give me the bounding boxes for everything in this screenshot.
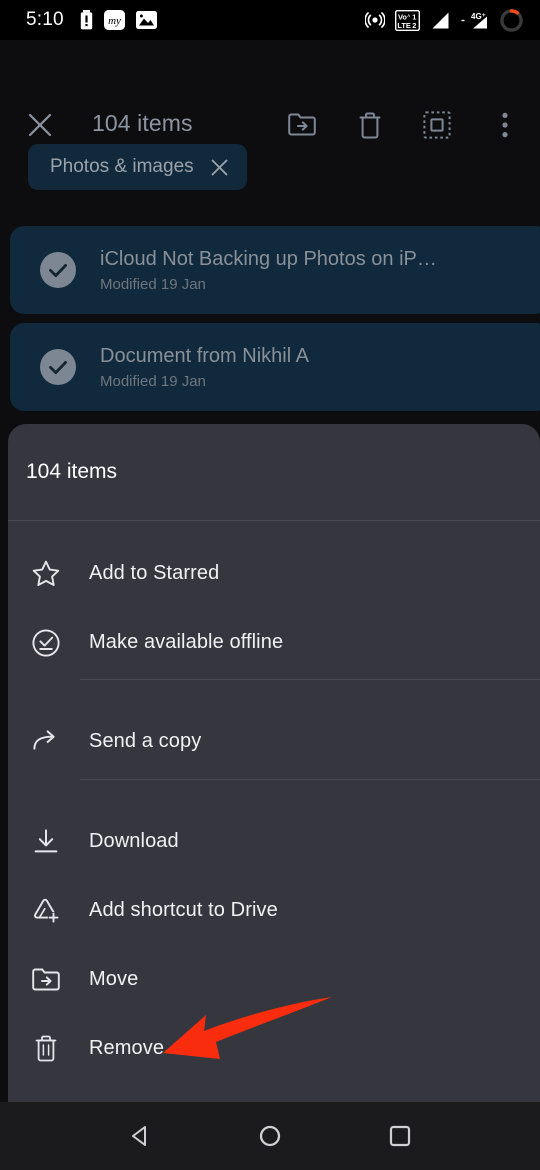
drive-shortcut-add-icon — [30, 895, 62, 927]
menu-item-label: Make available offline — [89, 631, 284, 653]
file-title: Document from Nikhil A — [100, 344, 309, 367]
recents-button[interactable] — [373, 1109, 427, 1163]
svg-text:my: my — [108, 15, 121, 27]
square-recents-icon — [389, 1125, 411, 1147]
svg-text:LTE: LTE — [397, 21, 410, 30]
signal-bars-icon — [432, 12, 449, 28]
trash-icon — [30, 1033, 62, 1065]
circle-home-icon — [259, 1125, 281, 1147]
menu-divider — [80, 779, 540, 780]
my-app-icon: my — [103, 10, 125, 30]
file-title: iCloud Not Backing up Photos on iP… — [100, 247, 437, 270]
folder-arrow-icon — [30, 964, 62, 996]
menu-item-download[interactable]: Download — [8, 807, 540, 876]
system-navigation-bar — [0, 1102, 540, 1170]
menu-item-label: Move — [89, 968, 139, 990]
back-button[interactable] — [113, 1109, 167, 1163]
bottom-sheet-header: 104 items — [8, 424, 540, 520]
offline-check-icon — [30, 627, 62, 659]
menu-item-send-a-copy[interactable]: Send a copy — [8, 707, 540, 776]
status-right-icon-group: Vo ^ 1 LTE 2 4G + — [365, 8, 524, 33]
menu-item-move[interactable]: Move — [8, 945, 540, 1014]
image-icon — [135, 11, 157, 29]
download-icon — [30, 826, 62, 858]
file-text-group: Document from Nikhil A Modified 19 Jan — [100, 345, 309, 390]
file-text-group: iCloud Not Backing up Photos on iP… Modi… — [100, 248, 437, 293]
star-outline-icon — [30, 558, 62, 590]
app-screen: 5:10 my Vo ^ 1 LTE 2 4G + 104 items Phot… — [0, 0, 540, 1170]
filter-chip-label: Photos & images — [50, 156, 194, 177]
menu-divider — [80, 679, 540, 680]
svg-text:^: ^ — [407, 14, 410, 20]
menu-item-label: Download — [89, 830, 179, 852]
volte-lte-dual-sim-icon: Vo ^ 1 LTE 2 — [395, 9, 420, 31]
menu-item-add-shortcut-to-drive[interactable]: Add shortcut to Drive — [8, 876, 540, 945]
battery-alert-icon — [80, 10, 92, 30]
actions-bottom-sheet: 104 items Add to Starred Make available … — [8, 424, 540, 1102]
menu-item-label: Add shortcut to Drive — [89, 899, 278, 921]
menu-item-label: Send a copy — [89, 730, 202, 752]
menu-item-add-to-starred[interactable]: Add to Starred — [8, 539, 540, 608]
file-modified: Modified 19 Jan — [100, 372, 206, 390]
svg-text:4G: 4G — [471, 12, 482, 21]
checked-circle-icon[interactable] — [40, 252, 76, 288]
hotspot-icon — [365, 12, 385, 28]
selection-toolbar: 104 items — [0, 40, 540, 139]
file-modified: Modified 19 Jan — [100, 275, 206, 293]
status-left-icon-group: my — [80, 10, 157, 30]
menu-item-label: Remove — [89, 1037, 165, 1059]
battery-ring-icon — [500, 8, 523, 32]
status-time: 5:10 — [26, 9, 64, 30]
svg-text:2: 2 — [412, 21, 416, 30]
4g-plus-signal-icon: 4G + — [461, 12, 487, 28]
status-bar: 5:10 my Vo ^ 1 LTE 2 4G + — [0, 0, 540, 40]
file-list-item[interactable]: Document from Nikhil A Modified 19 Jan — [10, 323, 540, 411]
triangle-back-icon — [132, 1126, 146, 1146]
bottom-sheet-title: 104 items — [26, 460, 118, 483]
header-divider — [8, 520, 540, 521]
filter-chip-row: Photos & images — [0, 130, 540, 210]
file-list-item[interactable]: iCloud Not Backing up Photos on iP… Modi… — [10, 226, 540, 314]
menu-item-remove[interactable]: Remove — [8, 1014, 540, 1083]
filter-chip-photos-images[interactable]: Photos & images — [28, 144, 247, 190]
home-button[interactable] — [243, 1109, 297, 1163]
menu-item-make-available-offline[interactable]: Make available offline — [8, 608, 540, 677]
checked-circle-icon[interactable] — [40, 349, 76, 385]
close-icon[interactable] — [210, 158, 229, 177]
menu-item-label: Add to Starred — [89, 562, 220, 584]
share-arrow-icon — [30, 726, 62, 758]
